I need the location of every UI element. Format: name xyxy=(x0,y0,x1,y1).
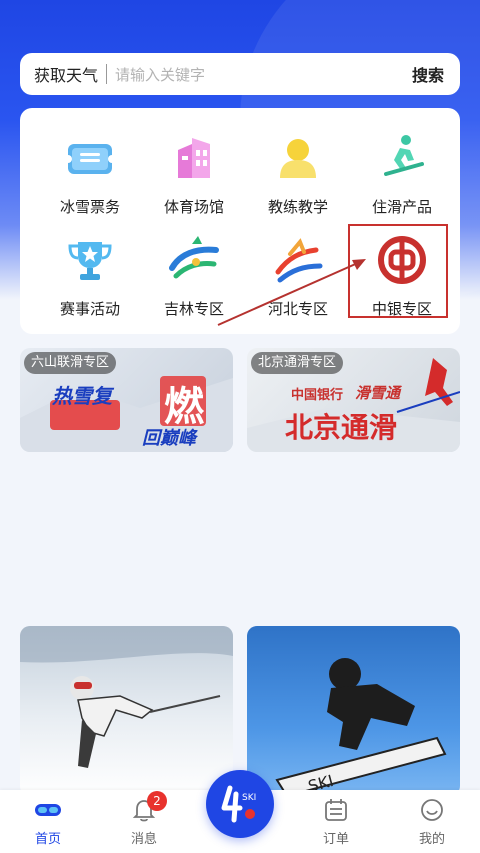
grid-item-coaching[interactable]: 教练教学 xyxy=(246,114,350,216)
highlight-box xyxy=(348,224,448,318)
stadium-icon xyxy=(166,130,222,186)
grid-item-label: 河北专区 xyxy=(267,300,328,318)
tab-label: 消息 xyxy=(130,832,157,847)
tab-orders[interactable]: 订单 xyxy=(296,790,376,853)
banner-beijing-ski[interactable]: 北京通滑专区 中国银行 滑雪通 北京通滑 xyxy=(247,348,460,452)
tab-label: 订单 xyxy=(322,832,349,847)
get-weather-button[interactable]: 获取天气 xyxy=(34,62,98,86)
grid-item-label: 住滑产品 xyxy=(371,198,432,216)
grid-item-ski-stay-products[interactable]: 住滑产品 xyxy=(350,114,454,216)
snowboarder-photo-art: SKI xyxy=(275,658,447,796)
skier-icon xyxy=(374,130,430,186)
trophy-icon xyxy=(62,232,118,288)
calendar-icon xyxy=(321,795,351,825)
grid-item-events[interactable]: 赛事活动 xyxy=(38,216,142,318)
tab-label: 我的 xyxy=(418,832,445,847)
grid-item-sports-venues[interactable]: 体育场馆 xyxy=(142,114,246,216)
tab-home[interactable]: 首页 xyxy=(8,790,88,853)
skier-photo-art xyxy=(20,626,233,768)
hebei-logo-icon xyxy=(270,232,326,288)
search-button[interactable]: 搜索 xyxy=(412,62,444,86)
banner-tag: 北京通滑专区 xyxy=(251,352,344,374)
coach-icon xyxy=(270,130,326,186)
grid-item-hebei-zone[interactable]: 河北专区 xyxy=(246,216,350,318)
banner-headline: 北京通滑 xyxy=(285,411,398,444)
search-input[interactable]: 请输入关键字 xyxy=(115,64,412,85)
grid-item-label: 教练教学 xyxy=(267,198,328,216)
banner-subline: 回巅峰 xyxy=(142,428,196,449)
center-button-label: SKI xyxy=(242,793,256,803)
tab-mine[interactable]: 我的 xyxy=(392,790,472,853)
banner-tag: 六山联滑专区 xyxy=(24,352,117,374)
message-count-badge: 2 xyxy=(147,791,167,811)
banner-liushan-ski[interactable]: 六山联滑专区 热雪复 燃 回巅峰 xyxy=(20,348,233,452)
banner-product: 滑雪通 xyxy=(355,384,401,402)
ticket-icon xyxy=(62,130,118,186)
grid-item-label: 冰雪票务 xyxy=(59,198,120,216)
tab-messages[interactable]: 2 消息 xyxy=(104,790,184,853)
banner-headline: 热雪复 xyxy=(52,384,112,408)
grid-item-label: 体育场馆 xyxy=(163,198,224,216)
grid-item-ice-snow-tickets[interactable]: 冰雪票务 xyxy=(38,114,142,216)
ski-logo-icon: SKI xyxy=(221,785,256,823)
tab-label: 首页 xyxy=(34,832,61,847)
photo-snowboarder[interactable]: SKI xyxy=(247,626,460,796)
grid-item-label: 赛事活动 xyxy=(59,300,120,318)
grid-item-jilin-zone[interactable]: 吉林专区 xyxy=(142,216,246,318)
center-ski-button[interactable]: SKI xyxy=(206,770,274,838)
bell-icon: 2 xyxy=(129,791,167,825)
smile-icon xyxy=(417,795,447,825)
search-divider xyxy=(106,64,108,84)
search-bar: 获取天气 请输入关键字 搜索 xyxy=(20,53,460,95)
banner-brand: 中国银行 xyxy=(291,388,344,403)
photo-skier[interactable] xyxy=(20,626,233,796)
jilin-logo-icon xyxy=(166,232,222,288)
grid-item-label: 吉林专区 xyxy=(163,300,224,318)
goggles-icon xyxy=(33,795,63,825)
